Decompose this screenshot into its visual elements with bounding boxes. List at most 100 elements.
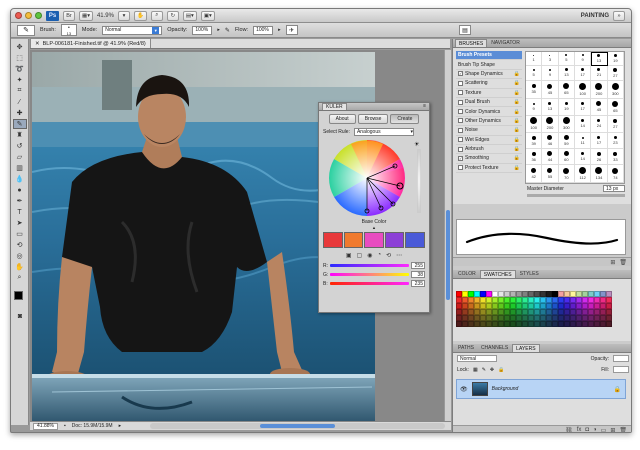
more-icon[interactable]: ⋯ bbox=[396, 252, 402, 259]
eyedropper-tool-icon[interactable]: ⁄ bbox=[13, 97, 27, 107]
brush-setting-item[interactable]: Wet Edges 🔒 bbox=[456, 136, 522, 145]
brush-setting-checkbox[interactable] bbox=[458, 90, 463, 96]
brush-preset[interactable]: 21 bbox=[591, 65, 608, 81]
color-slider[interactable] bbox=[330, 273, 409, 276]
brush-preset[interactable]: 112 bbox=[575, 165, 592, 183]
master-diameter-slider[interactable] bbox=[527, 194, 625, 197]
delete-layer-icon[interactable]: 🗑 bbox=[619, 427, 627, 433]
brush-preset[interactable]: 42 bbox=[526, 165, 543, 183]
kuler-tab[interactable]: KULER bbox=[322, 103, 347, 110]
brush-setting-item[interactable]: Brush Presets bbox=[456, 51, 522, 61]
brush-preset[interactable]: 60 bbox=[558, 149, 575, 166]
lock-icon[interactable]: 🔒 bbox=[514, 146, 520, 152]
lock-image-icon[interactable]: ✎ bbox=[482, 367, 486, 373]
dodge-tool-icon[interactable]: ● bbox=[13, 185, 27, 195]
brush-preset[interactable]: 17 bbox=[575, 65, 592, 81]
brush-preset[interactable]: 45 bbox=[591, 98, 608, 116]
set-background-icon[interactable]: ▢ bbox=[357, 252, 363, 259]
slider-value-input[interactable]: 38 bbox=[411, 271, 425, 278]
minimize-icon[interactable] bbox=[25, 12, 32, 19]
brush-preset[interactable]: 27 bbox=[607, 115, 624, 134]
lock-icon[interactable]: 🔒 bbox=[514, 99, 520, 105]
color-slider[interactable] bbox=[329, 282, 409, 285]
kuler-swatch[interactable] bbox=[384, 232, 405, 248]
canvas-vertical-scrollbar[interactable] bbox=[444, 50, 451, 421]
brush-preset[interactable]: 39 bbox=[526, 133, 543, 150]
pen-tool-icon[interactable]: ✒ bbox=[13, 196, 27, 206]
reset-icon[interactable]: ⟲ bbox=[386, 252, 391, 259]
tab-navigator[interactable]: NAVIGATOR bbox=[488, 39, 523, 47]
brush-setting-item[interactable]: Color Dynamics 🔒 bbox=[456, 107, 522, 117]
brush-preset[interactable]: 36 bbox=[526, 149, 543, 166]
zoom-dropdown-button[interactable]: ▾ bbox=[117, 10, 130, 21]
link-layers-icon[interactable]: ⛓ bbox=[565, 427, 573, 433]
layer-opacity-input[interactable] bbox=[613, 355, 629, 362]
marquee-tool-icon[interactable]: ⬚ bbox=[13, 53, 27, 63]
brush-setting-item[interactable]: ✓ Smoothing 🔒 bbox=[456, 154, 522, 164]
kuler-tab-browse[interactable]: Browse bbox=[357, 114, 389, 124]
lock-icon[interactable]: 🔒 bbox=[514, 155, 520, 161]
path-select-tool-icon[interactable]: ➤ bbox=[13, 218, 27, 228]
brush-setting-checkbox[interactable] bbox=[458, 127, 463, 133]
brush-preset[interactable]: 5 bbox=[558, 52, 575, 66]
adjustment-layer-icon[interactable]: ◑ bbox=[593, 427, 597, 432]
picker-icon[interactable]: ◔ bbox=[377, 252, 381, 259]
brush-preset[interactable]: 100 bbox=[575, 80, 592, 99]
move-tool-icon[interactable]: ✥ bbox=[13, 42, 27, 52]
brush-preset[interactable]: 27 bbox=[607, 65, 624, 81]
view-extras-button[interactable]: ▦▾ bbox=[79, 10, 93, 21]
brush-preset[interactable]: 74 bbox=[607, 165, 624, 183]
lock-all-icon[interactable]: 🔒 bbox=[498, 367, 504, 373]
eraser-tool-icon[interactable]: ▱ bbox=[13, 152, 27, 162]
quick-mask-icon[interactable]: ◙ bbox=[13, 311, 27, 321]
flow-arrow-icon[interactable]: ▸ bbox=[278, 27, 281, 33]
brush-preset[interactable]: 13 bbox=[591, 52, 608, 66]
tool-preset-picker[interactable]: ✎ bbox=[17, 24, 35, 36]
brush-setting-item[interactable]: Scattering 🔒 bbox=[456, 79, 522, 89]
master-diameter-input[interactable]: 13 px bbox=[603, 185, 625, 192]
brush-setting-item[interactable]: Other Dynamics 🔒 bbox=[456, 117, 522, 127]
lock-transparent-icon[interactable]: ▦ bbox=[473, 367, 478, 373]
delete-brush-icon[interactable]: 🗑 bbox=[619, 259, 627, 266]
kuler-swatch[interactable] bbox=[343, 232, 364, 248]
brush-setting-item[interactable]: Texture 🔒 bbox=[456, 89, 522, 98]
healing-brush-tool-icon[interactable]: ✚ bbox=[13, 108, 27, 118]
brush-preset[interactable]: 14 bbox=[575, 115, 592, 134]
lock-icon[interactable]: 🔒 bbox=[514, 137, 520, 143]
workspace-dropdown-icon[interactable]: » bbox=[613, 11, 625, 21]
document-tab-close-icon[interactable]: ✕ bbox=[35, 41, 40, 47]
airbrush-toggle[interactable]: ✈ bbox=[285, 25, 298, 35]
brush-setting-checkbox[interactable] bbox=[458, 165, 463, 171]
select-rule-dropdown[interactable]: Analogous ▾ bbox=[353, 128, 414, 136]
canvas-horizontal-scrollbar[interactable] bbox=[150, 423, 445, 429]
eye-icon[interactable]: 👁 bbox=[460, 386, 468, 393]
layer-style-icon[interactable]: fx bbox=[577, 427, 582, 432]
brush-preset[interactable]: 70 bbox=[558, 165, 575, 183]
brush-preset[interactable]: 100 bbox=[526, 115, 543, 134]
status-zoom-field[interactable]: 41.88% bbox=[33, 422, 58, 430]
brush-preset[interactable]: 55 bbox=[542, 165, 559, 183]
workspace-switcher[interactable]: PAINTING » bbox=[581, 11, 625, 21]
tab-swatches[interactable]: SWATCHES bbox=[479, 270, 516, 278]
brush-preset[interactable]: 65 bbox=[607, 98, 624, 116]
brush-setting-checkbox[interactable]: ✓ bbox=[458, 71, 463, 77]
foreground-color-swatch[interactable] bbox=[14, 291, 23, 300]
brush-preset[interactable]: 134 bbox=[591, 165, 608, 183]
brush-setting-checkbox[interactable]: ✓ bbox=[458, 155, 463, 161]
tab-brushes[interactable]: BRUSHES bbox=[455, 39, 488, 47]
lock-icon[interactable]: 🔒 bbox=[514, 71, 520, 77]
brush-preset[interactable]: 13 bbox=[558, 65, 575, 81]
zoom-tool-icon[interactable]: ⌕ bbox=[13, 273, 27, 283]
brush-preset[interactable]: 300 bbox=[607, 80, 624, 99]
layer-mask-icon[interactable]: ◘ bbox=[585, 427, 589, 432]
brush-preset[interactable]: 24 bbox=[591, 115, 608, 134]
clone-stamp-tool-icon[interactable]: ♜ bbox=[13, 130, 27, 140]
brush-setting-checkbox[interactable] bbox=[458, 99, 463, 105]
hand-tool-button[interactable]: ✋ bbox=[133, 10, 147, 21]
lock-icon[interactable]: 🔒 bbox=[514, 90, 520, 96]
brush-preset[interactable]: 35 bbox=[526, 80, 543, 99]
mode-select[interactable]: Normal ▼ bbox=[102, 25, 163, 35]
set-foreground-icon[interactable]: ▣ bbox=[346, 252, 352, 259]
layer-row-background[interactable]: 👁 Background 🔒 bbox=[456, 379, 626, 399]
brush-setting-item[interactable]: Airbrush 🔒 bbox=[456, 145, 522, 155]
